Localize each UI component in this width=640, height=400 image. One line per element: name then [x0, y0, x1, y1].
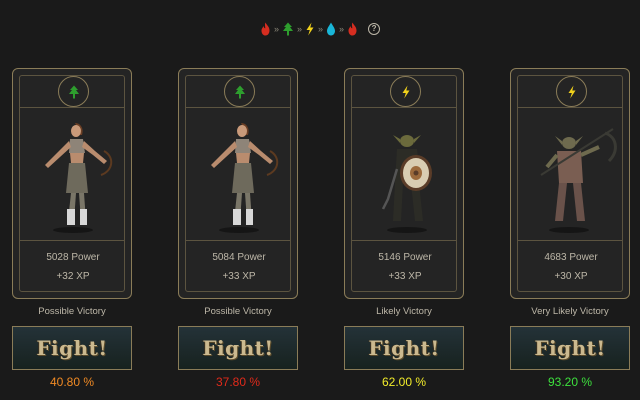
opponent-card-1: 5028 Power +32 XP	[12, 68, 132, 299]
card-divider	[185, 240, 291, 241]
lightning-icon	[306, 22, 314, 36]
tree-icon	[282, 22, 293, 36]
victory-verdict: Possible Victory	[204, 306, 272, 317]
win-chance: 93.20 %	[547, 375, 593, 389]
element-chain: » » » » ?	[0, 21, 640, 37]
chain-separator: »	[296, 24, 302, 34]
opponent-card-2: 5084 Power +33 XP	[178, 68, 298, 299]
xp-reward: +33 XP	[388, 271, 422, 282]
victory-verdict: Very Likely Victory	[531, 306, 609, 317]
card-divider	[351, 107, 457, 108]
win-chance: 62.00 %	[381, 375, 427, 389]
chain-separator: »	[273, 24, 279, 34]
fight-button[interactable]: Fight!	[178, 326, 298, 370]
power-value: 4683 Power	[544, 252, 598, 263]
power-value: 5146 Power	[378, 252, 432, 263]
xp-reward: +32 XP	[56, 271, 90, 282]
xp-reward: +30 XP	[554, 271, 588, 282]
fire-icon	[261, 22, 270, 36]
fight-button[interactable]: Fight!	[12, 326, 132, 370]
element-badge	[556, 76, 587, 107]
power-value: 5028 Power	[46, 252, 100, 263]
element-badge	[58, 76, 89, 107]
lightning-icon	[568, 85, 575, 98]
lightning-icon	[402, 85, 409, 98]
fire-icon	[348, 22, 357, 36]
opponent-column-1: 5028 Power +32 XP Possible Victory Fight…	[12, 68, 132, 389]
female-archer-figure	[211, 123, 279, 233]
card-divider	[351, 240, 457, 241]
card-divider	[517, 107, 623, 108]
element-badge	[224, 76, 255, 107]
card-divider	[517, 240, 623, 241]
chain-separator: »	[318, 24, 324, 34]
opponent-column-3: 5146 Power +33 XP Likely Victory Fight! …	[344, 68, 464, 389]
water-icon	[327, 22, 336, 36]
element-badge	[390, 76, 421, 107]
xp-reward: +33 XP	[222, 271, 256, 282]
victory-verdict: Likely Victory	[376, 306, 432, 317]
opponent-card-4: 4683 Power +30 XP	[510, 68, 630, 299]
goblin-shield-figure	[381, 135, 432, 233]
opponent-column-4: 4683 Power +30 XP Very Likely Victory Fi…	[510, 68, 630, 389]
card-divider	[19, 240, 125, 241]
card-divider	[185, 107, 291, 108]
win-chance: 37.80 %	[215, 375, 261, 389]
tree-icon	[68, 85, 79, 98]
help-button[interactable]: ?	[368, 23, 381, 35]
opponent-card-3: 5146 Power +33 XP	[344, 68, 464, 299]
fight-button[interactable]: Fight!	[344, 326, 464, 370]
opponent-column-2: 5084 Power +33 XP Possible Victory Fight…	[178, 68, 298, 389]
goblin-scythe-figure	[540, 128, 617, 233]
female-archer-figure	[45, 123, 113, 233]
fight-button[interactable]: Fight!	[510, 326, 630, 370]
chain-separator: »	[339, 24, 345, 34]
card-divider	[19, 107, 125, 108]
victory-verdict: Possible Victory	[38, 306, 106, 317]
power-value: 5084 Power	[212, 252, 266, 263]
win-chance: 40.80 %	[49, 375, 95, 389]
tree-icon	[234, 85, 245, 98]
